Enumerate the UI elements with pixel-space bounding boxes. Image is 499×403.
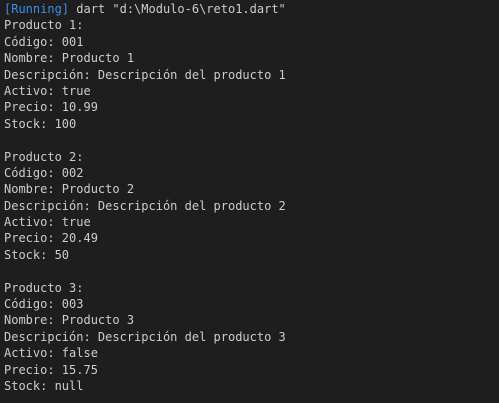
run-command-line: [Running] dart "d:\Modulo-6\reto1.dart" bbox=[4, 1, 499, 17]
running-tag: [Running] bbox=[4, 2, 70, 16]
product-description: Descripción: Descripción del producto 3 bbox=[4, 329, 286, 344]
product-stock: Stock: 100 bbox=[4, 116, 77, 131]
product-name: Nombre: Producto 2 bbox=[4, 182, 135, 197]
product-code: Código: 001 bbox=[4, 34, 84, 49]
run-command: dart "d:\Modulo-6\reto1.dart" bbox=[69, 2, 286, 16]
product-active: Activo: false bbox=[4, 346, 98, 361]
product-stock: Stock: null bbox=[4, 378, 84, 393]
product-price: Precio: 20.49 bbox=[4, 231, 98, 246]
product-title: Producto 3: bbox=[4, 280, 84, 295]
product-active: Activo: true bbox=[4, 215, 91, 230]
product-name: Nombre: Producto 3 bbox=[4, 313, 135, 328]
product-name: Nombre: Producto 1 bbox=[4, 51, 135, 66]
product-price: Precio: 15.75 bbox=[4, 362, 98, 377]
product-title: Producto 2: bbox=[4, 149, 84, 164]
product-title: Producto 1: bbox=[4, 18, 84, 33]
product-description: Descripción: Descripción del producto 2 bbox=[4, 198, 286, 213]
product-description: Descripción: Descripción del producto 1 bbox=[4, 67, 286, 82]
product-active: Activo: true bbox=[4, 83, 91, 98]
product-code: Código: 003 bbox=[4, 297, 84, 312]
product-code: Código: 002 bbox=[4, 165, 84, 180]
output-console: [Running] dart "d:\Modulo-6\reto1.dart" … bbox=[0, 0, 499, 403]
product-stock: Stock: 50 bbox=[4, 247, 70, 262]
product-price: Precio: 10.99 bbox=[4, 100, 98, 115]
